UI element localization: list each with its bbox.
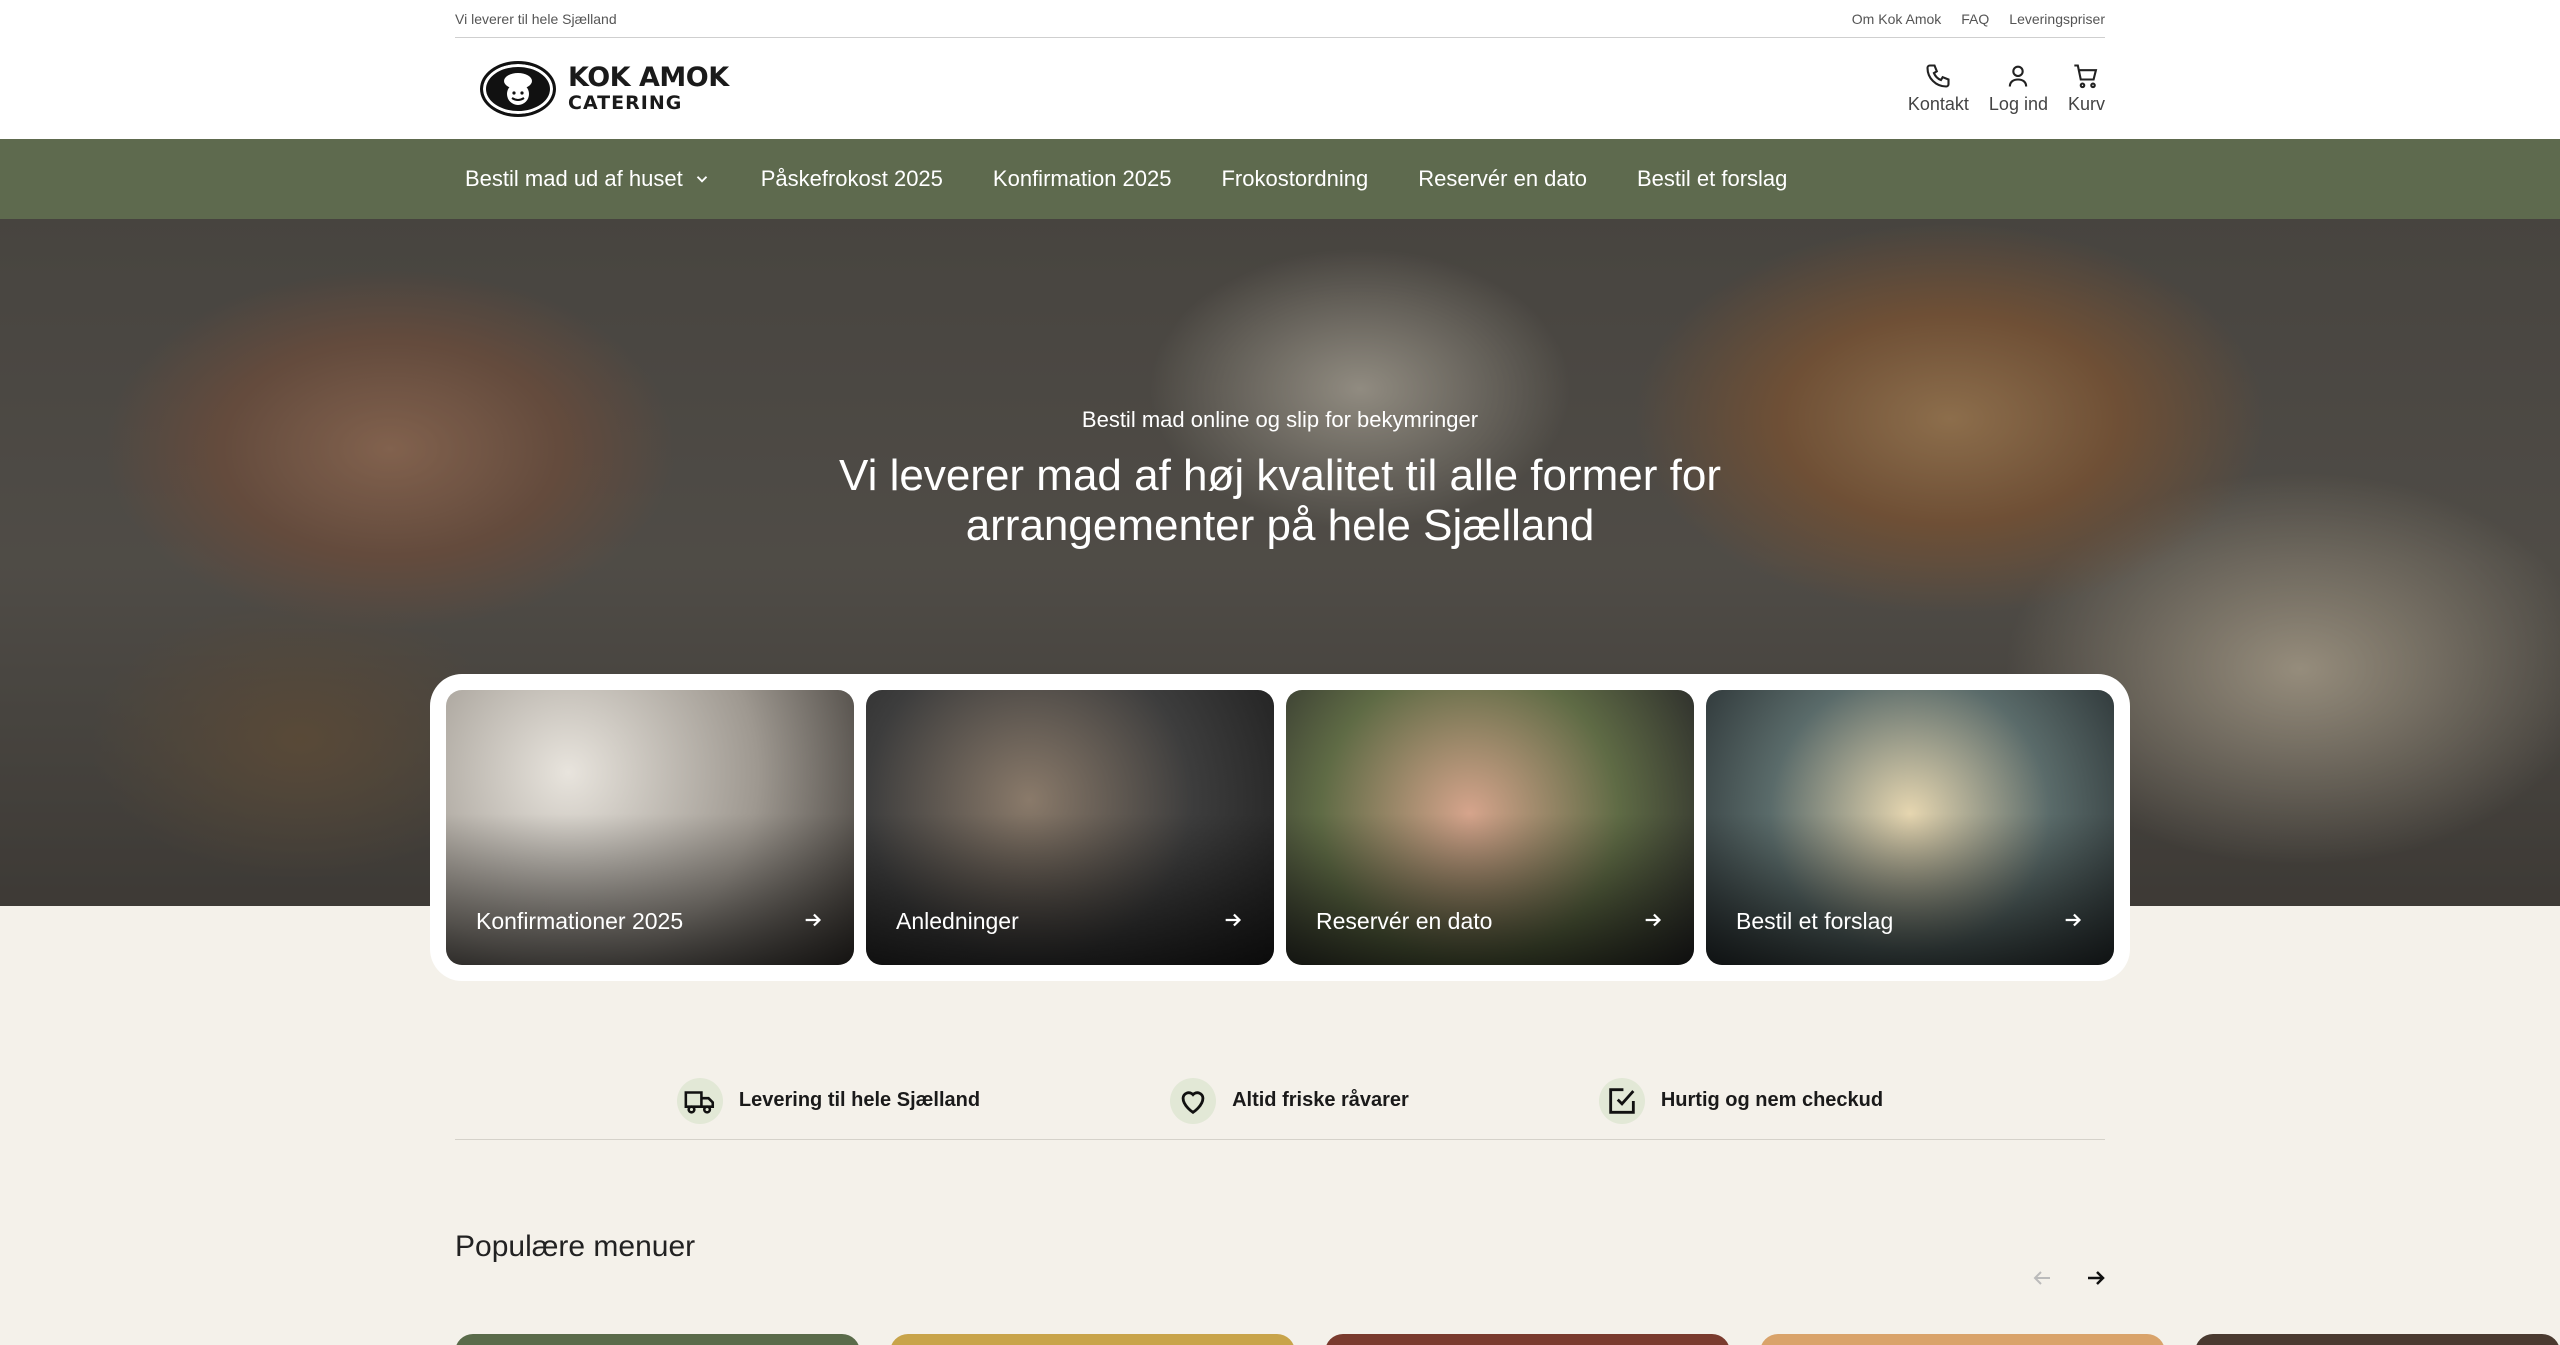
hero-title-line-2: arrangementer på hele Sjælland [965, 501, 1595, 550]
arrow-right-icon [805, 913, 822, 927]
card-bestil-forslag[interactable]: Bestil et forslag [1706, 690, 2114, 965]
feature-fresh: Altid friske råvarer [1170, 1062, 1409, 1139]
arrow-left-icon[interactable] [2030, 1266, 2054, 1290]
top-utility-bar: Vi leverer til hele Sjælland Om Kok Amok… [0, 0, 2560, 38]
nav-item-label: Bestil et forslag [1637, 166, 1788, 191]
login-button[interactable]: Log ind [1989, 62, 2048, 115]
menu-card-thumbnail[interactable] [890, 1334, 1295, 1345]
arrow-right-icon [2065, 913, 2082, 927]
site-header: KOK AMOK CATERING Kontakt Log ind Kurv [0, 38, 2560, 139]
arrow-right-icon [1645, 913, 1662, 927]
nav-item-label: Frokostordning [1221, 166, 1369, 191]
phone-icon [1926, 64, 1950, 88]
utility-links: Om Kok Amok FAQ Leveringspriser [1852, 11, 2105, 27]
cart-icon [2074, 64, 2098, 89]
nav-item-konfirmation[interactable]: Konfirmation 2025 [993, 166, 1172, 192]
truck-icon [676, 1077, 723, 1124]
feature-label: Levering til hele Sjælland [738, 1089, 981, 1111]
feature-label: Hurtig og nem checkud [1660, 1089, 1884, 1111]
nav-item-reserver-dato[interactable]: Reservér en dato [1418, 166, 1587, 192]
popular-menus-title: Populære menuer [455, 1230, 696, 1263]
feature-checkout: Hurtig og nem checkud [1598, 1062, 1884, 1139]
card-label: Konfirmationer 2025 [476, 908, 684, 934]
hero-subtitle: Bestil mad online og slip for bekymringe… [1081, 407, 1479, 432]
arrow-right-icon [1225, 913, 1242, 927]
logo-line-1: KOK AMOK [568, 62, 729, 93]
check-icon [1598, 1077, 1645, 1124]
card-label: Reservér en dato [1316, 908, 1493, 934]
logo[interactable]: KOK AMOK CATERING [480, 60, 729, 117]
nav-item-bestil-mad[interactable]: Bestil mad ud af huset [465, 166, 711, 192]
nav-item-bestil-forslag[interactable]: Bestil et forslag [1637, 166, 1787, 192]
nav-item-paaskefrokost[interactable]: Påskefrokost 2025 [761, 166, 943, 192]
card-label: Bestil et forslag [1736, 908, 1894, 934]
arrow-right-icon[interactable] [2084, 1266, 2108, 1290]
menu-card-thumbnail[interactable] [1325, 1334, 1730, 1345]
feature-strip: Levering til hele Sjælland Altid friske … [455, 1040, 2105, 1140]
link-om-kok-amok[interactable]: Om Kok Amok [1852, 11, 1941, 27]
contact-label: Kontakt [1907, 94, 1969, 114]
logo-chef-icon [480, 60, 556, 117]
logo-line-2: CATERING [568, 92, 683, 114]
feature-label: Altid friske råvarer [1232, 1089, 1409, 1111]
link-leveringspriser[interactable]: Leveringspriser [2009, 11, 2105, 27]
delivery-tagline: Vi leverer til hele Sjælland [455, 10, 617, 27]
cart-label: Kurv [2067, 94, 2105, 114]
feature-delivery: Levering til hele Sjælland [676, 1062, 981, 1139]
user-icon [2009, 65, 2028, 87]
menu-card-thumbnail[interactable] [455, 1334, 860, 1345]
carousel-controls [2030, 1266, 2108, 1290]
nav-item-label: Konfirmation 2025 [992, 166, 1172, 191]
nav-item-label: Reservér en dato [1418, 166, 1587, 191]
link-faq[interactable]: FAQ [1961, 11, 1989, 27]
logo-wordmark: KOK AMOK CATERING [568, 64, 729, 113]
menu-card-thumbnail[interactable] [2195, 1334, 2560, 1345]
cart-button[interactable]: Kurv [2068, 62, 2105, 115]
menu-card-thumbnail[interactable] [1760, 1334, 2165, 1345]
main-nav: Bestil mad ud af huset Påskefrokost 2025… [0, 139, 2560, 219]
nav-item-label: Bestil mad ud af huset [465, 166, 683, 191]
header-actions: Kontakt Log ind Kurv [1908, 62, 2105, 115]
contact-button[interactable]: Kontakt [1908, 62, 1969, 115]
nav-item-frokostordning[interactable]: Frokostordning [1221, 166, 1368, 192]
chevron-down-icon [696, 176, 707, 183]
card-anledninger[interactable]: Anledninger [866, 690, 1274, 965]
card-label: Anledninger [896, 908, 1019, 934]
card-konfirmationer[interactable]: Konfirmationer 2025 [446, 690, 854, 965]
nav-item-label: Påskefrokost 2025 [760, 166, 943, 191]
card-reserver-dato[interactable]: Reservér en dato [1286, 690, 1694, 965]
category-cards: Konfirmationer 2025 Anledninger Reservér… [430, 674, 2130, 981]
hero-title: Vi leverer mad af høj kvalitet til alle … [0, 451, 2560, 551]
login-label: Log ind [1988, 94, 2048, 114]
heart-icon [1170, 1077, 1217, 1124]
hero-title-line-1: Vi leverer mad af høj kvalitet til alle … [839, 451, 1721, 500]
